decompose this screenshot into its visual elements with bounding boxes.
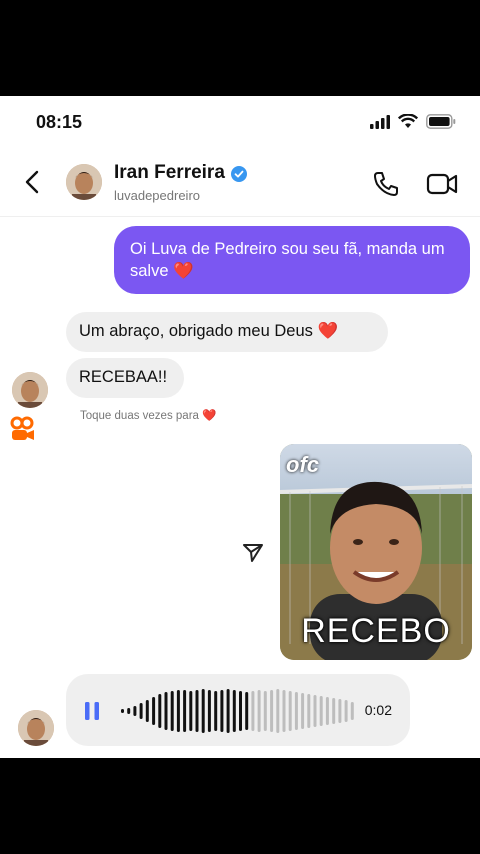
sender-avatar[interactable]	[12, 372, 48, 408]
battery-icon	[426, 114, 456, 129]
waveform-bar	[239, 691, 242, 731]
waveform-bar	[288, 691, 292, 731]
waveform-bar	[294, 692, 298, 730]
video-call-icon[interactable]	[426, 170, 458, 198]
waveform-bar	[127, 708, 131, 714]
waveform-bar	[133, 706, 137, 716]
outgoing-message[interactable]: Oi Luva de Pedreiro sou seu fã, manda um…	[114, 226, 470, 294]
contact-name[interactable]: Iran Ferreira	[114, 162, 225, 184]
header-divider	[0, 216, 480, 217]
waveform-bar	[350, 702, 354, 720]
pause-icon[interactable]	[84, 702, 100, 720]
waveform-bar	[176, 690, 180, 732]
waveform-bar	[152, 697, 156, 725]
waveform-bar	[158, 694, 162, 728]
waveform-bar	[245, 692, 249, 730]
waveform-bar	[263, 691, 267, 731]
heart-emoji: ❤️	[317, 322, 339, 340]
waveform-bar	[189, 691, 193, 731]
sticker-caption: RECEBO	[301, 612, 451, 650]
waveform-bar	[332, 698, 336, 724]
message-text: RECEBAA!!	[79, 368, 168, 386]
waveform-bar	[145, 700, 149, 722]
chat-screen: 08:15 Iran Ferreira luvadepedreiro Oi Lu…	[0, 96, 480, 758]
waveform-bar	[220, 690, 224, 732]
sticker-image[interactable]: ofc RECEBO	[280, 444, 472, 660]
verified-badge-icon	[231, 166, 247, 182]
sticker-overlay-text: ofc	[286, 452, 319, 477]
waveform-bar	[214, 691, 218, 731]
waveform-bar	[301, 693, 305, 729]
voice-message[interactable]: 0:02	[66, 674, 410, 746]
waveform-bar	[307, 694, 311, 728]
heart-emoji: ❤️	[173, 262, 194, 280]
message-text: Um abraço, obrigado meu Deus	[79, 322, 313, 340]
waveform-bar	[270, 690, 274, 732]
share-icon[interactable]	[240, 540, 266, 566]
waveform-bar	[251, 691, 255, 731]
waveform-bar	[201, 689, 205, 733]
sender-avatar[interactable]	[18, 710, 54, 746]
contact-avatar[interactable]	[66, 164, 102, 200]
waveform-bar	[232, 690, 236, 732]
incoming-message[interactable]: RECEBAA!!	[66, 358, 184, 398]
waveform-bar	[226, 689, 230, 733]
waveform-bar	[121, 709, 124, 713]
voice-waveform[interactable]	[120, 688, 356, 734]
kwai-logo-icon	[10, 416, 34, 440]
waveform-bar	[257, 690, 261, 732]
hint-text: Toque duas vezes para	[80, 410, 199, 422]
double-tap-hint: Toque duas vezes para ❤️	[80, 408, 216, 422]
waveform-bar	[170, 691, 174, 731]
waveform-bar	[195, 690, 199, 732]
phone-call-icon[interactable]	[372, 170, 400, 198]
incoming-message[interactable]: Um abraço, obrigado meu Deus ❤️	[66, 312, 388, 352]
status-time: 08:15	[36, 112, 83, 132]
waveform-bar	[338, 699, 342, 723]
waveform-bar	[313, 695, 317, 727]
waveform-bar	[139, 703, 143, 719]
avatar-image	[12, 372, 48, 408]
avatar-image	[18, 710, 54, 746]
voice-duration: 0:02	[364, 702, 392, 718]
back-arrow-icon[interactable]	[22, 170, 44, 194]
wifi-icon	[398, 114, 418, 128]
waveform-bar	[325, 697, 329, 725]
contact-username: luvadepedreiro	[114, 188, 201, 203]
waveform-bar	[207, 690, 211, 732]
waveform-bar	[183, 690, 187, 732]
signal-icon	[370, 114, 390, 129]
waveform-bar	[164, 692, 168, 730]
avatar-image	[66, 164, 102, 200]
waveform-bar	[282, 690, 286, 732]
waveform-bar	[344, 700, 348, 722]
waveform-bar	[319, 696, 323, 726]
waveform-bar	[276, 689, 280, 733]
heart-emoji: ❤️	[202, 410, 217, 422]
status-icons	[370, 114, 456, 129]
